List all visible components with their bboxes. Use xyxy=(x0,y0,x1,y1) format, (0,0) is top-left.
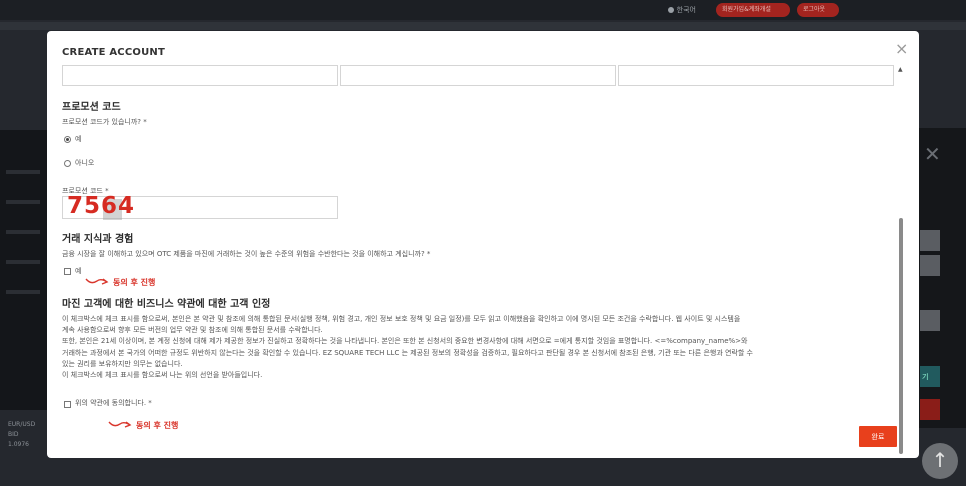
complete-button[interactable]: 완료 xyxy=(859,426,897,447)
terms-agree-label: 위의 약관에 동의합니다. * xyxy=(75,399,152,407)
curved-arrow-icon xyxy=(85,278,109,285)
side-panel-field xyxy=(920,230,940,251)
ticker-pair: EUR/USD xyxy=(8,421,36,428)
knowledge-yes-label: 예 xyxy=(75,267,82,275)
close-icon[interactable]: × xyxy=(895,40,908,58)
curved-arrow-icon xyxy=(108,421,132,428)
background-stripe xyxy=(0,22,966,30)
text-input[interactable] xyxy=(62,65,338,86)
terms-agree-checkbox[interactable] xyxy=(64,401,71,408)
terms-line: 이 체크박스에 체크 표시를 함으로써, 본인은 본 약관 및 참조에 의해 통… xyxy=(62,315,741,323)
terms-paragraph: 이 체크박스에 체크 표시를 함으로써, 본인은 본 약관 및 참조에 의해 통… xyxy=(62,314,890,381)
scrollbar-thumb[interactable] xyxy=(899,218,903,454)
scroll-to-top-button[interactable]: ↑ xyxy=(922,443,958,479)
arrow-up-icon: ↑ xyxy=(931,448,949,472)
promo-yes-label: 예 xyxy=(75,135,82,143)
scrollbar[interactable]: ▲ xyxy=(897,66,905,456)
promo-question: 프로모션 코드가 있습니까? * xyxy=(62,118,147,126)
terms-line: 또한, 본인은 21세 이상이며, 본 계정 신청에 대해 제가 제공한 정보가… xyxy=(62,337,748,346)
terms-line: 있는 권리를 보유하지만 의무는 없습니다. xyxy=(62,359,183,368)
ticker-value: 1.0976 xyxy=(8,441,29,448)
language-label: 한국어 xyxy=(676,6,696,14)
annotation-text: 동의 후 진행 xyxy=(113,278,156,287)
annotation-agree-note: 동의 후 진행 xyxy=(85,276,155,288)
text-input[interactable] xyxy=(340,65,616,86)
annotation-agree-note: 동의 후 진행 xyxy=(108,419,178,431)
background-chart-panel xyxy=(0,130,48,410)
text-input[interactable] xyxy=(618,65,894,86)
language-selector[interactable]: 한국어 xyxy=(667,5,696,15)
logout-button[interactable]: 로그아웃 xyxy=(797,3,839,17)
knowledge-heading: 거래 지식과 경험 xyxy=(62,234,134,245)
promo-heading: 프로모션 코드 xyxy=(62,102,121,113)
create-account-modal: CREATE ACCOUNT × ▲ 프로모션 코드 프로모션 코드가 있습니까… xyxy=(47,31,919,458)
signup-button[interactable]: 회원가입&계좌개설 xyxy=(716,3,790,17)
side-panel-field xyxy=(920,310,940,331)
promo-no-label: 아니오 xyxy=(75,159,95,167)
side-panel-close-icon: ✕ xyxy=(924,142,941,166)
promo-no-radio[interactable] xyxy=(64,160,71,167)
side-panel-button: 기 xyxy=(920,366,940,387)
terms-line: 거래하는 과정에서 본 국가의 어떠한 규정도 위반하지 않는다는 것을 확인할… xyxy=(62,348,753,357)
side-panel-red-button xyxy=(920,399,940,420)
promo-yes-radio[interactable] xyxy=(64,136,71,143)
globe-icon xyxy=(667,7,674,13)
terms-line: 이 체크박스에 체크 표시를 함으로써 나는 위의 선언을 받아들입니다. xyxy=(62,371,263,380)
annotation-text: 동의 후 진행 xyxy=(136,421,179,430)
price-ticker: EUR/USD BID 1.0976 xyxy=(8,420,35,450)
side-panel-field xyxy=(920,255,940,276)
terms-line: 계속 사용함으로써 향후 모든 버전의 업무 약관 및 참조에 의해 통합된 문… xyxy=(62,326,323,335)
ticker-label: BID xyxy=(8,431,19,438)
promo-code-value: 7564 xyxy=(67,193,136,219)
modal-title: CREATE ACCOUNT xyxy=(62,47,165,58)
terms-heading: 마진 고객에 대한 비즈니스 약관에 대한 고객 인정 xyxy=(62,299,271,310)
scroll-up-icon[interactable]: ▲ xyxy=(898,66,903,73)
knowledge-question: 금융 시장을 잘 이해하고 있으며 OTC 제품을 마진에 거래하는 것이 높은… xyxy=(62,250,431,258)
knowledge-yes-checkbox[interactable] xyxy=(64,268,71,275)
